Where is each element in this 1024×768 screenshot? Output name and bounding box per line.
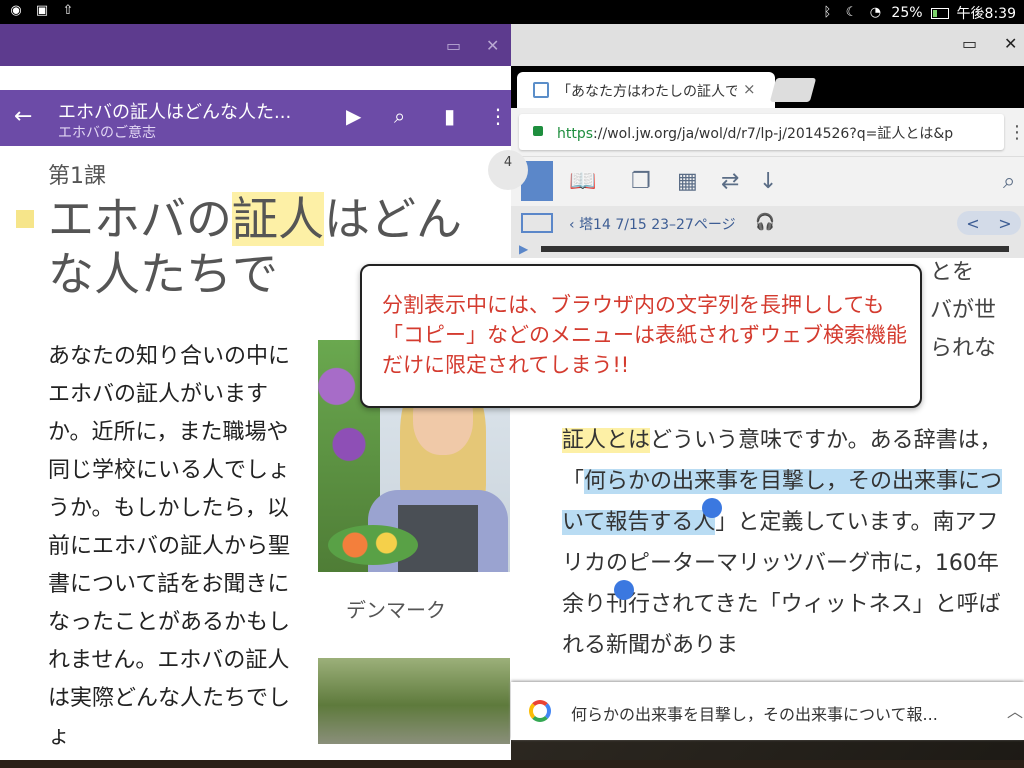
- browser-tab[interactable]: 「あなた方はわたしの証人で ×: [517, 72, 775, 108]
- park-photo[interactable]: [318, 658, 510, 744]
- sidebar-toggle-icon[interactable]: [521, 213, 553, 233]
- next-article-button[interactable]: >: [998, 214, 1011, 233]
- new-tab-button[interactable]: [769, 78, 817, 102]
- browser-menu-icon[interactable]: ⋮: [1008, 122, 1024, 143]
- text-line-fragment: バが世: [930, 298, 997, 323]
- jw-toolbar: 📖 ❐ ▦ ⇄ ↓ ⌕: [511, 156, 1024, 206]
- search-highlight: 証人とは: [562, 428, 651, 453]
- jw-favicon-icon: [533, 82, 549, 98]
- page-subtitle: エホバのご意志: [58, 125, 156, 141]
- publication-label: 塔14 7/15 23–27ページ: [579, 217, 736, 233]
- publication-nav: ‹ 塔14 7/15 23–27ページ 🎧 < >: [511, 206, 1024, 240]
- url-scheme: https: [557, 126, 594, 142]
- google-query: 何らかの出来事を目撃し，その出来事について報...: [571, 705, 938, 724]
- tab-strip: 「あなた方はわたしの証人で ×: [511, 66, 1024, 108]
- more-icon[interactable]: ⋮: [488, 104, 508, 128]
- download-icon[interactable]: ↓: [759, 169, 777, 194]
- screen: ◉ ▣ ⇧ ᛒ ☾ ◔ 25% 午後8:39 ▭ ✕ ← エホバの証人はどんな人…: [0, 0, 1024, 768]
- window-strip: [0, 66, 511, 90]
- url-rest: ://wol.jw.org/ja/wol/d/r7/lp-j/2014526?q…: [593, 126, 954, 142]
- upload-icon: ⇧: [62, 3, 74, 18]
- bookmark-icon[interactable]: ▮: [444, 104, 455, 128]
- page-title: エホバの証人はどんな人た...: [58, 102, 292, 123]
- lock-icon: [533, 126, 543, 136]
- address-field[interactable]: https://wol.jw.org/ja/wol/d/r7/lp-j/2014…: [519, 114, 1004, 150]
- google-search-bar[interactable]: 何らかの出来事を目撃し，その出来事について報... ︿: [511, 682, 1024, 740]
- selection-start-handle[interactable]: [702, 498, 722, 518]
- bouquet-shape: [328, 525, 418, 565]
- play-icon[interactable]: ▶: [346, 104, 361, 128]
- back-arrow-icon[interactable]: ←: [14, 104, 32, 129]
- scroll-position-marker[interactable]: 4: [488, 150, 528, 190]
- text-line-fragment: られな: [930, 336, 997, 361]
- headline-highlight: 証人: [232, 192, 324, 246]
- app-bar: ← エホバの証人はどんな人た... エホバのご意志 ▶ ⌕ ▮ ⋮: [0, 90, 511, 146]
- tab-close-icon[interactable]: ×: [743, 80, 756, 98]
- photo-caption: デンマーク: [346, 598, 446, 622]
- swap-icon[interactable]: ⇄: [721, 169, 739, 194]
- copies-icon[interactable]: ❐: [631, 169, 651, 194]
- left-window-titlebar: ▭ ✕: [0, 24, 511, 66]
- wallpaper-strip: [0, 760, 1024, 768]
- url-bar: https://wol.jw.org/ja/wol/d/r7/lp-j/2014…: [511, 108, 1024, 156]
- restore-icon[interactable]: ▭: [962, 34, 977, 53]
- search-icon[interactable]: ⌕: [1003, 169, 1015, 194]
- callout-text: 分割表示中には、ブラウザ内の文字列を長押ししても「コピー」などのメニューは表紙さ…: [382, 293, 907, 377]
- prev-article-button[interactable]: <: [966, 214, 979, 233]
- wifi-icon: ◔: [869, 5, 882, 20]
- tab-title: 「あなた方はわたしの証人で: [557, 84, 737, 100]
- google-logo-icon: [529, 700, 551, 722]
- publication-ref[interactable]: ‹ 塔14 7/15 23–27ページ: [569, 214, 736, 234]
- restore-icon[interactable]: ▭: [446, 36, 461, 55]
- url-text: https://wol.jw.org/ja/wol/d/r7/lp-j/2014…: [557, 123, 953, 143]
- status-bar: ◉ ▣ ⇧ ᛒ ☾ ◔ 25% 午後8:39: [0, 0, 1024, 24]
- image-icon: ▣: [35, 3, 49, 18]
- browser-titlebar: ▭ ✕: [511, 24, 1024, 66]
- selection-end-handle[interactable]: [614, 580, 634, 600]
- lesson-label: 第1課: [48, 164, 106, 189]
- audio-progress-bar[interactable]: [541, 246, 1009, 252]
- pager: < >: [957, 211, 1021, 235]
- bluetooth-icon: ᛒ: [823, 5, 832, 20]
- audio-play-icon[interactable]: ▶: [519, 242, 528, 256]
- calendar-icon[interactable]: ▦: [677, 169, 698, 194]
- close-icon[interactable]: ✕: [486, 36, 499, 55]
- search-icon[interactable]: ⌕: [394, 104, 405, 128]
- chevron-up-icon[interactable]: ︿: [1007, 698, 1023, 722]
- article-paragraph[interactable]: 証人とはどういう意味ですか。ある辞書は，「何らかの出来事を目撃し，その出来事につ…: [562, 420, 1006, 666]
- battery-icon: [930, 7, 949, 19]
- battery-percent: 25%: [891, 5, 923, 21]
- moon-icon: ☾: [845, 5, 858, 20]
- text-line-fragment: とを: [930, 260, 975, 285]
- headline-part: エホバの: [48, 192, 232, 246]
- annotation-callout: 分割表示中には、ブラウザ内の文字列を長押ししても「コピー」などのメニューは表紙さ…: [360, 264, 922, 408]
- clock: 午後8:39: [956, 6, 1016, 22]
- book-icon[interactable]: 📖: [569, 169, 596, 194]
- article-body: あなたの知り合いの中にエホバの証人がいますか。近所に，また職場や同じ学校にいる人…: [48, 344, 291, 749]
- close-icon[interactable]: ✕: [1004, 34, 1017, 53]
- headphones-icon[interactable]: 🎧: [755, 212, 775, 231]
- chrome-icon: ◉: [10, 3, 22, 18]
- highlight-marker[interactable]: [16, 210, 34, 228]
